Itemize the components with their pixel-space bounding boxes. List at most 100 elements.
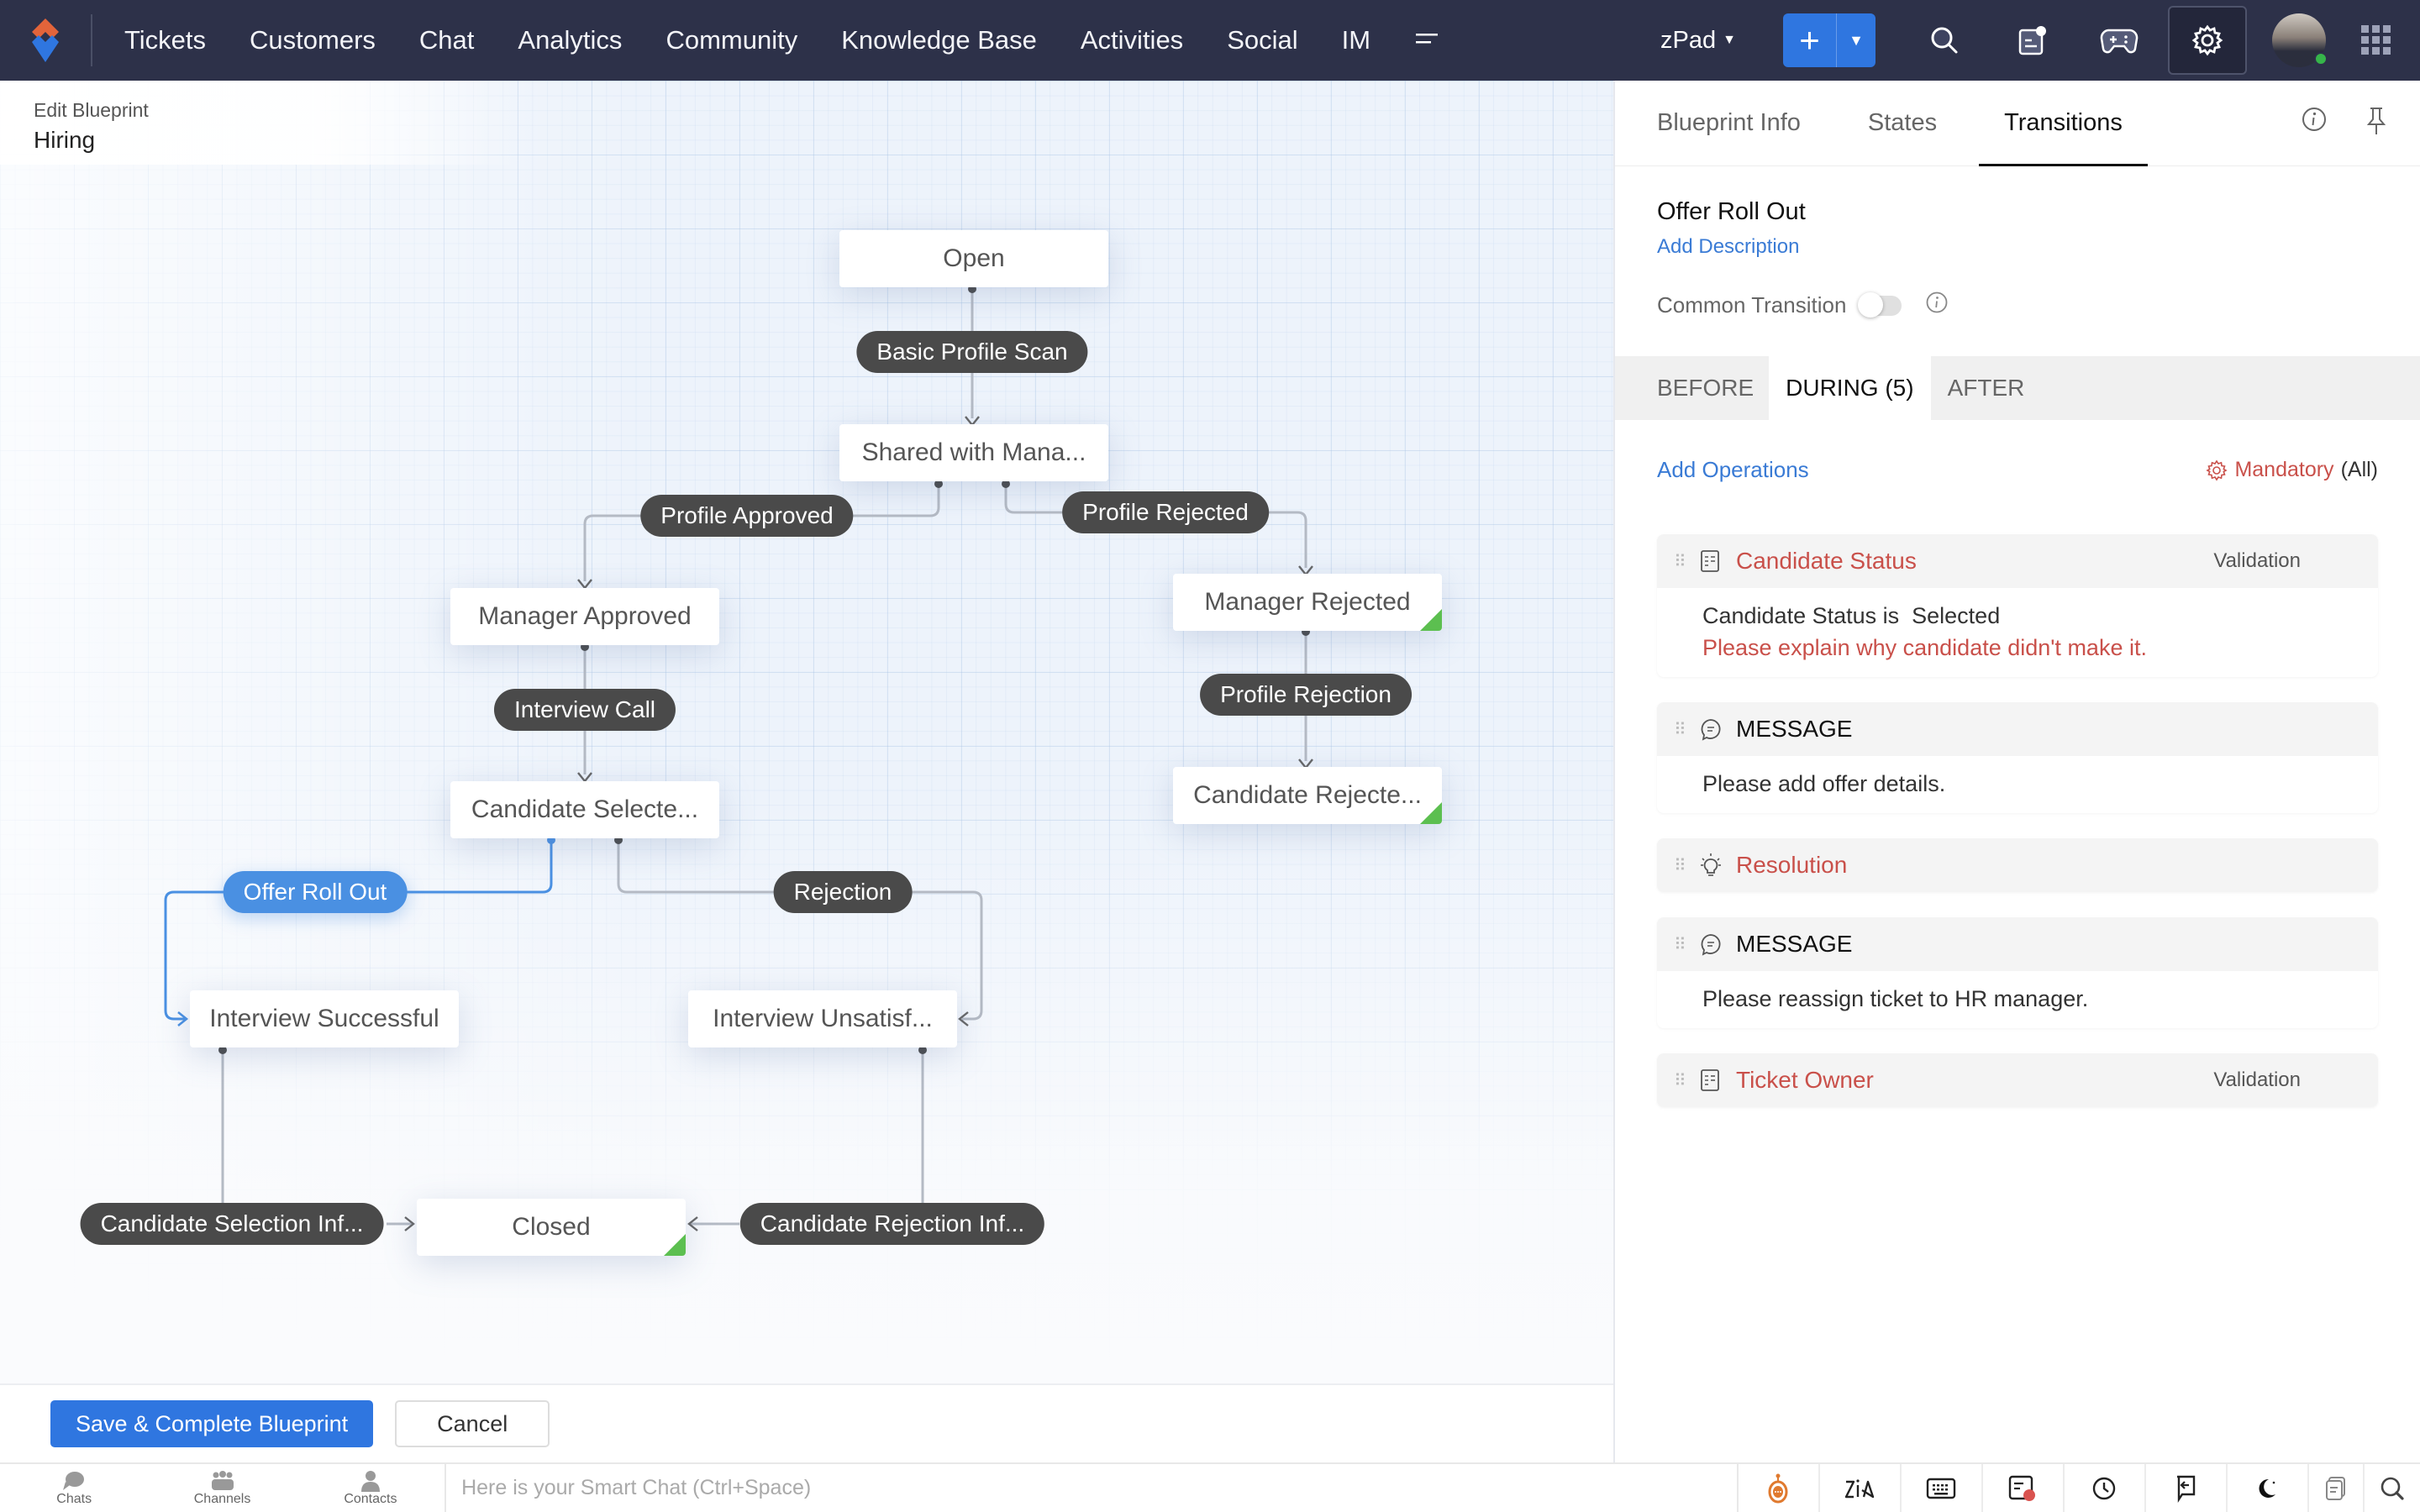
nav-customers[interactable]: Customers <box>250 25 376 55</box>
transition-rejection[interactable]: Rejection <box>773 871 913 913</box>
state-shared-with-manager[interactable]: Shared with Mana... <box>839 424 1108 481</box>
save-complete-blueprint-button[interactable]: Save & Complete Blueprint <box>50 1400 374 1447</box>
info-icon[interactable] <box>1925 291 1949 320</box>
bottom-chats-label: Chats <box>56 1491 92 1506</box>
bottom-bar: Chats Channels Contacts Here is your Sma… <box>0 1462 2420 1512</box>
channels-icon <box>211 1470 234 1490</box>
add-button[interactable]: + <box>1783 13 1837 67</box>
transition-candidate-rejection-inf[interactable]: Candidate Rejection Inf... <box>739 1203 1045 1245</box>
transition-offer-roll-out[interactable]: Offer Roll Out <box>223 871 408 913</box>
state-label: Closed <box>512 1213 591 1241</box>
apps-grid-icon[interactable] <box>2344 24 2408 57</box>
nav-community[interactable]: Community <box>666 25 797 55</box>
moon-icon[interactable] <box>2228 1464 2309 1512</box>
operation-card[interactable]: ⠿ MESSAGE Please reassign ticket to HR m… <box>1657 917 2378 1028</box>
nav-tickets[interactable]: Tickets <box>124 25 206 55</box>
pin-icon[interactable] <box>2366 106 2386 140</box>
gamepad-icon[interactable] <box>2075 0 2163 81</box>
operation-card[interactable]: ⠿ Resolution <box>1657 838 2378 892</box>
drag-handle-icon[interactable]: ⠿ <box>1674 855 1699 876</box>
user-avatar[interactable] <box>2272 13 2328 67</box>
add-dropdown-button[interactable]: ▼ <box>1837 13 1876 67</box>
zia-icon[interactable] <box>1820 1464 1902 1512</box>
clock-icon[interactable] <box>2065 1464 2146 1512</box>
common-transition-toggle[interactable] <box>1858 291 1902 318</box>
operation-title: MESSAGE <box>1736 716 1853 742</box>
bottom-contacts-label: Contacts <box>344 1491 397 1506</box>
new-item-split-button: + ▼ <box>1783 13 1876 67</box>
drag-handle-icon[interactable]: ⠿ <box>1674 551 1699 572</box>
operation-card[interactable]: ⠿ Ticket Owner Validation <box>1657 1053 2378 1107</box>
breadcrumb-label: Edit Blueprint <box>34 99 149 121</box>
operations-header: Add Operations Mandatory (All) <box>1657 457 2378 483</box>
desk-logo-icon <box>32 18 59 62</box>
app-logo[interactable] <box>0 14 92 66</box>
state-candidate-selected[interactable]: Candidate Selecte... <box>450 781 719 838</box>
keyboard-icon[interactable] <box>1902 1464 1983 1512</box>
more-menu-icon[interactable] <box>1414 26 1439 55</box>
toggle-knob <box>1858 291 1884 318</box>
operation-header: ⠿ Ticket Owner Validation <box>1657 1053 2378 1107</box>
operation-card[interactable]: ⠿ Candidate Status Validation Candidate … <box>1657 534 2378 677</box>
message-icon <box>1699 932 1724 956</box>
transition-interview-call[interactable]: Interview Call <box>493 689 676 731</box>
phase-tab-before[interactable]: BEFORE <box>1657 356 1754 420</box>
nav-social[interactable]: Social <box>1227 25 1297 55</box>
settings-icon[interactable] <box>2168 6 2247 75</box>
transition-profile-rejection[interactable]: Profile Rejection <box>1200 674 1412 716</box>
state-open[interactable]: Open <box>839 230 1108 287</box>
documents-icon[interactable] <box>2309 1464 2365 1512</box>
tab-blueprint-info[interactable]: Blueprint Info <box>1657 109 1801 165</box>
operation-header: ⠿ Resolution <box>1657 838 2378 892</box>
nav-im[interactable]: IM <box>1342 25 1370 55</box>
transition-properties-panel: Blueprint Info States Transitions Offer … <box>1613 81 2420 1462</box>
bot-icon[interactable] <box>1739 1464 1820 1512</box>
drag-handle-icon[interactable]: ⠿ <box>1674 934 1699 955</box>
bottom-chats[interactable]: Chats <box>0 1464 148 1512</box>
state-label: Shared with Mana... <box>861 438 1086 466</box>
reply-icon[interactable] <box>2146 1464 2228 1512</box>
notes-icon[interactable] <box>1988 0 2075 81</box>
state-manager-approved[interactable]: Manager Approved <box>450 588 719 645</box>
blueprint-canvas[interactable]: Edit Blueprint Hiring Open Shared with M… <box>0 81 1613 1383</box>
transition-basic-profile-scan[interactable]: Basic Profile Scan <box>856 331 1088 373</box>
state-interview-unsatisfactory[interactable]: Interview Unsatisf... <box>688 990 957 1047</box>
state-interview-successful[interactable]: Interview Successful <box>190 990 459 1047</box>
phase-tab-during[interactable]: DURING (5) <box>1769 356 1931 420</box>
nav-analytics[interactable]: Analytics <box>518 25 622 55</box>
nav-chat[interactable]: Chat <box>419 25 474 55</box>
drag-handle-icon[interactable]: ⠿ <box>1674 719 1699 740</box>
transition-profile-rejected[interactable]: Profile Rejected <box>1062 491 1269 533</box>
nav-knowledge-base[interactable]: Knowledge Base <box>841 25 1037 55</box>
phase-tab-after[interactable]: AFTER <box>1948 356 2025 420</box>
smart-chat-input[interactable]: Here is your Smart Chat (Ctrl+Space) <box>445 1464 1737 1512</box>
bottom-contacts[interactable]: Contacts <box>297 1464 445 1512</box>
topbar-actions: zPad ▼ + ▼ <box>1660 0 2420 81</box>
cancel-button[interactable]: Cancel <box>395 1400 550 1447</box>
mandatory-label: Mandatory <box>2234 458 2334 481</box>
drag-handle-icon[interactable]: ⠿ <box>1674 1070 1699 1091</box>
notes-alert-icon[interactable] <box>1983 1464 2065 1512</box>
blueprint-title: Hiring <box>34 127 96 153</box>
state-candidate-rejected[interactable]: Candidate Rejecte... <box>1173 767 1442 824</box>
info-icon[interactable] <box>2301 106 2328 140</box>
bottom-channels[interactable]: Channels <box>148 1464 296 1512</box>
add-description-link[interactable]: Add Description <box>1657 235 1799 259</box>
mandatory-setting[interactable]: Mandatory (All) <box>2206 458 2378 482</box>
transition-candidate-selection-inf[interactable]: Candidate Selection Inf... <box>80 1203 384 1245</box>
portal-switcher[interactable]: zPad ▼ <box>1660 27 1736 55</box>
state-manager-rejected[interactable]: Manager Rejected <box>1173 574 1442 631</box>
tab-states[interactable]: States <box>1868 109 1937 165</box>
end-state-marker <box>1420 609 1442 631</box>
search-icon[interactable] <box>1901 0 1988 81</box>
search-icon[interactable] <box>2365 1464 2420 1512</box>
transition-profile-approved[interactable]: Profile Approved <box>640 495 854 537</box>
operation-card[interactable]: ⠿ MESSAGE Please add offer details. <box>1657 702 2378 813</box>
operation-header: ⠿ MESSAGE <box>1657 917 2378 971</box>
tab-transitions[interactable]: Transitions <box>1979 109 2148 166</box>
state-closed[interactable]: Closed <box>417 1199 686 1256</box>
nav-activities[interactable]: Activities <box>1081 25 1183 55</box>
operation-title: Ticket Owner <box>1736 1067 1874 1093</box>
phase-tabs: BEFORE DURING (5) AFTER <box>1615 356 2420 420</box>
add-operations-link[interactable]: Add Operations <box>1657 457 1809 483</box>
